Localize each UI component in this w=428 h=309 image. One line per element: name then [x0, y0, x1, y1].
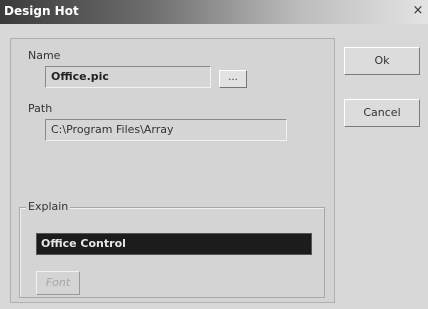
- cancel-button[interactable]: Cancel: [344, 99, 420, 127]
- window-title: Design Hot: [4, 4, 79, 18]
- explain-group: Explain Office Control Font: [19, 200, 325, 298]
- name-label: Name: [28, 49, 61, 62]
- ok-button[interactable]: Ok: [344, 47, 420, 75]
- close-icon[interactable]: ×: [410, 3, 426, 19]
- design-hot-dialog: Design Hot × Name Office.pic ... Path C:…: [0, 0, 428, 309]
- path-label: Path: [28, 102, 53, 115]
- font-button[interactable]: Font: [36, 271, 80, 295]
- main-panel: Name Office.pic ... Path C:\Program File…: [10, 38, 335, 303]
- title-bar[interactable]: Design Hot ×: [0, 0, 428, 24]
- browse-button[interactable]: ...: [219, 70, 247, 88]
- path-field[interactable]: C:\Program Files\Array: [45, 119, 287, 141]
- explain-field[interactable]: Office Control: [36, 233, 312, 255]
- name-field[interactable]: Office.pic: [45, 66, 211, 88]
- explain-group-label: Explain: [26, 200, 71, 213]
